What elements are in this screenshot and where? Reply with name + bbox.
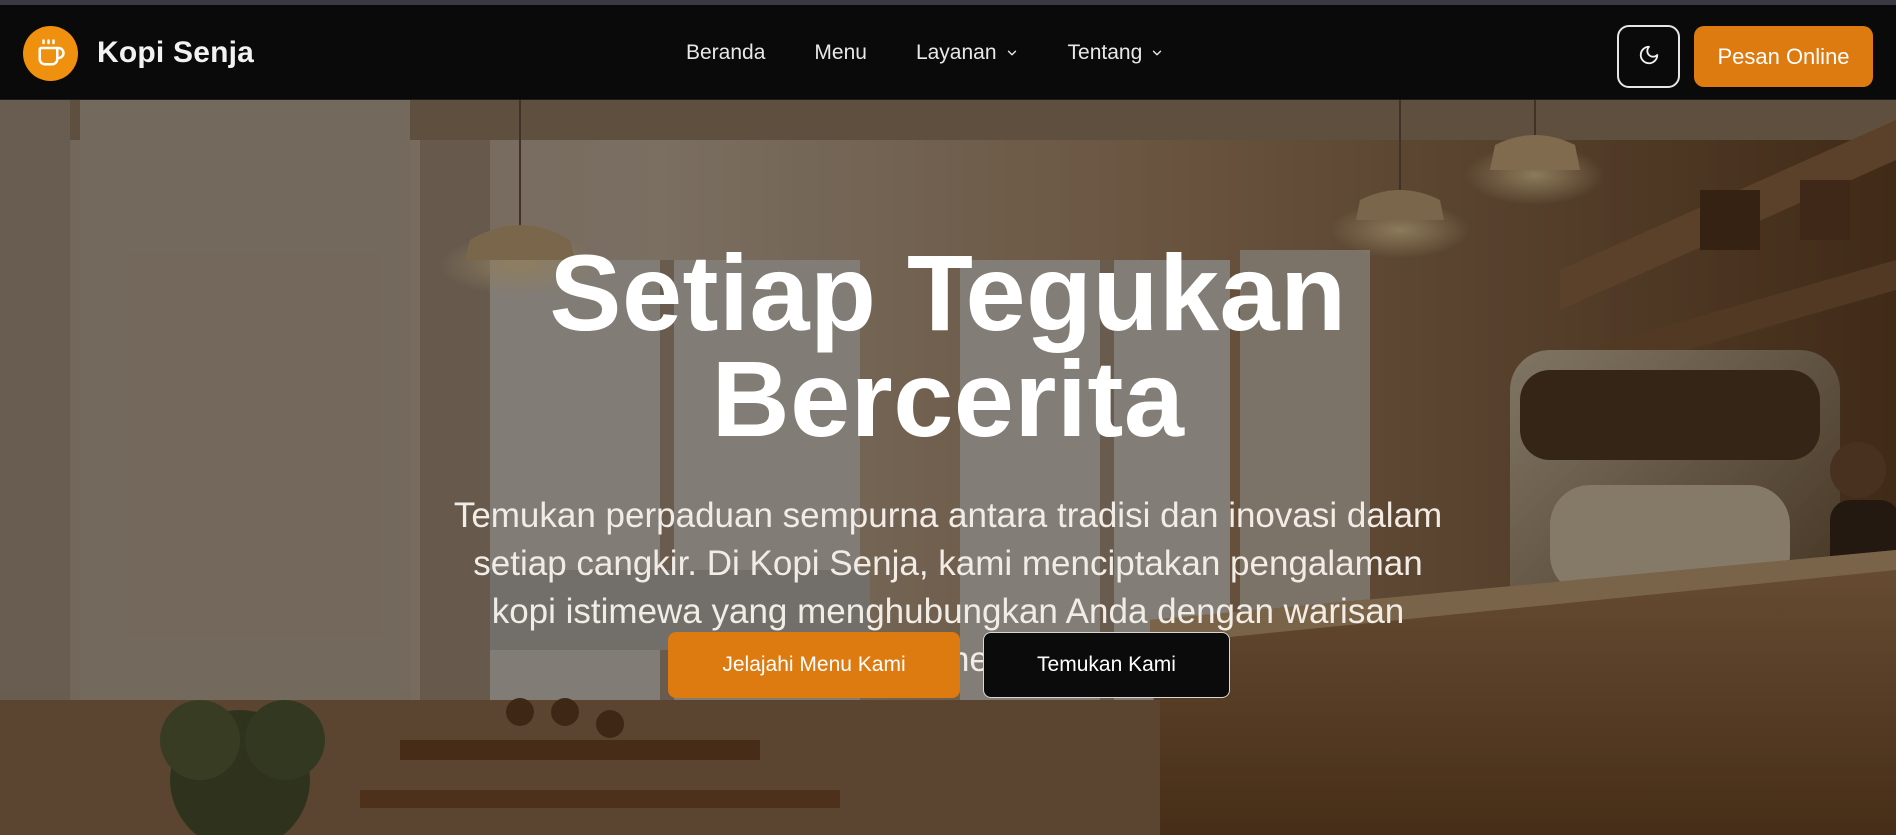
- explore-menu-button[interactable]: Jelajahi Menu Kami: [668, 632, 960, 698]
- nav-item-beranda[interactable]: Beranda: [686, 41, 765, 65]
- hero-section: Setiap Tegukan Bercerita Temukan perpadu…: [0, 100, 1896, 835]
- nav-item-layanan[interactable]: Layanan: [916, 41, 1019, 65]
- nav-item-label: Tentang: [1067, 41, 1143, 64]
- chevron-down-icon: [1150, 46, 1164, 60]
- brand-name: Kopi Senja: [97, 36, 255, 69]
- nav-item-label: Beranda: [686, 41, 766, 64]
- find-us-button[interactable]: Temukan Kami: [983, 632, 1230, 698]
- brand[interactable]: Kopi Senja: [23, 25, 254, 81]
- coffee-cup-icon: [23, 25, 78, 81]
- nav-item-tentang[interactable]: Tentang: [1068, 41, 1165, 65]
- moon-icon: [1638, 44, 1660, 69]
- hero-title-line-1: Setiap Tegukan: [549, 232, 1347, 353]
- nav-item-label: Layanan: [915, 41, 997, 64]
- hero-title: Setiap Tegukan Bercerita: [398, 239, 1498, 453]
- nav-item-label: Menu: [814, 41, 867, 64]
- hero-overlay: [0, 100, 1896, 835]
- chevron-down-icon: [1005, 46, 1019, 60]
- hero-title-line-2: Bercerita: [711, 338, 1185, 459]
- nav-item-menu[interactable]: Menu: [814, 41, 867, 65]
- theme-toggle-button[interactable]: [1617, 25, 1680, 88]
- navbar: Kopi Senja Beranda Menu Layanan Tentang …: [0, 5, 1896, 100]
- main-nav: Beranda Menu Layanan Tentang: [686, 35, 1164, 71]
- order-online-button[interactable]: Pesan Online: [1694, 26, 1873, 87]
